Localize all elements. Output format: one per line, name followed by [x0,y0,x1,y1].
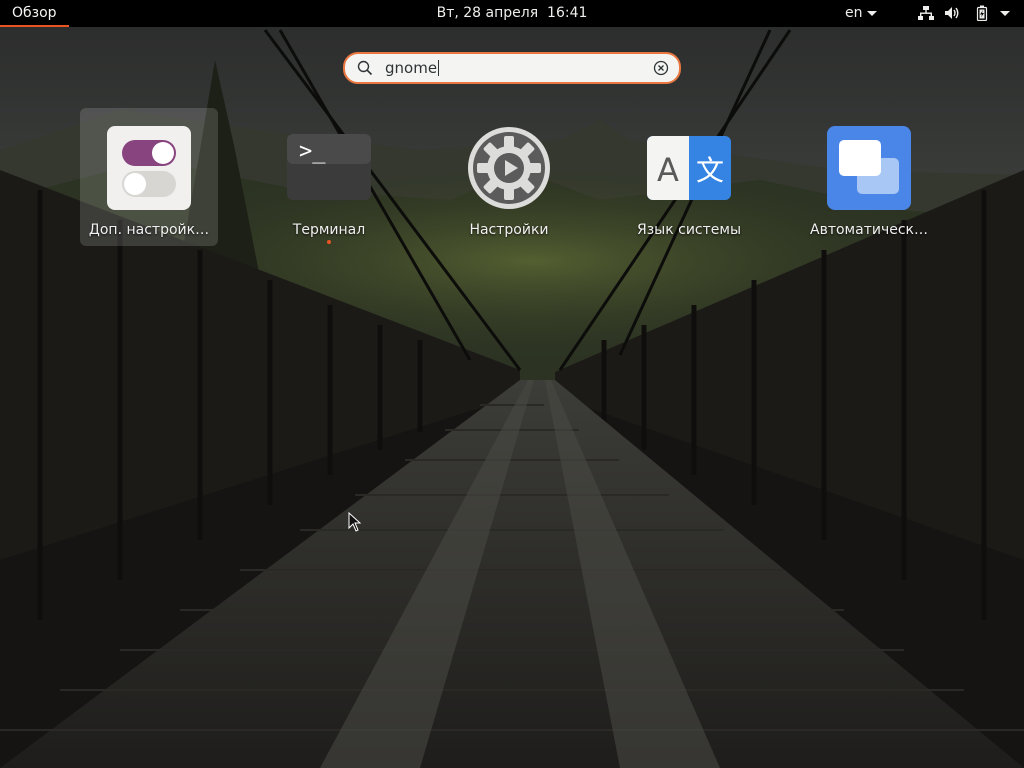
autostart-icon [827,126,911,210]
system-menu[interactable] [910,0,1020,27]
app-label: Терминал [292,222,366,238]
app-terminal[interactable]: >_ Терминал [260,108,398,246]
svg-text:>_: >_ [299,139,326,164]
settings-icon [468,127,550,209]
terminal-icon: >_ [287,134,371,200]
app-label: Язык системы [636,222,741,238]
app-label: Настройки [469,222,549,238]
language-icon: A 文 [647,136,731,200]
chevron-down-icon [1000,11,1010,16]
svg-text:A: A [657,151,679,189]
app-label: Автоматическ… [810,222,928,238]
search-icon [357,60,373,76]
app-language[interactable]: A 文 Язык системы [620,108,758,246]
desktop: Обзор Вт, 28 апреля 16:41 en gnome Доп. … [0,0,1024,768]
clear-icon[interactable] [653,60,669,76]
search-text[interactable]: gnome [385,59,439,77]
app-autostart[interactable]: Автоматическ… [800,108,938,246]
activities-button[interactable]: Обзор [0,0,69,27]
battery-icon [976,5,988,21]
svg-text:文: 文 [696,154,724,187]
running-indicator [327,240,331,244]
keyboard-layout-label: en [845,5,863,21]
pointer-icon [348,512,362,532]
app-label: Доп. настройк… [88,222,210,238]
volume-icon [945,7,959,19]
datetime-button[interactable]: Вт, 28 апреля 16:41 [437,5,588,21]
top-bar: Обзор Вт, 28 апреля 16:41 en [0,0,1024,27]
chevron-down-icon [866,10,877,16]
activities-label: Обзор [12,5,57,21]
app-tweaks[interactable]: Доп. настройк… [80,108,218,246]
search-input[interactable]: gnome [343,52,681,84]
keyboard-layout-indicator[interactable]: en [845,0,893,27]
app-settings[interactable]: Настройки [440,108,578,246]
tweaks-icon [107,126,191,210]
network-icon [918,6,934,20]
